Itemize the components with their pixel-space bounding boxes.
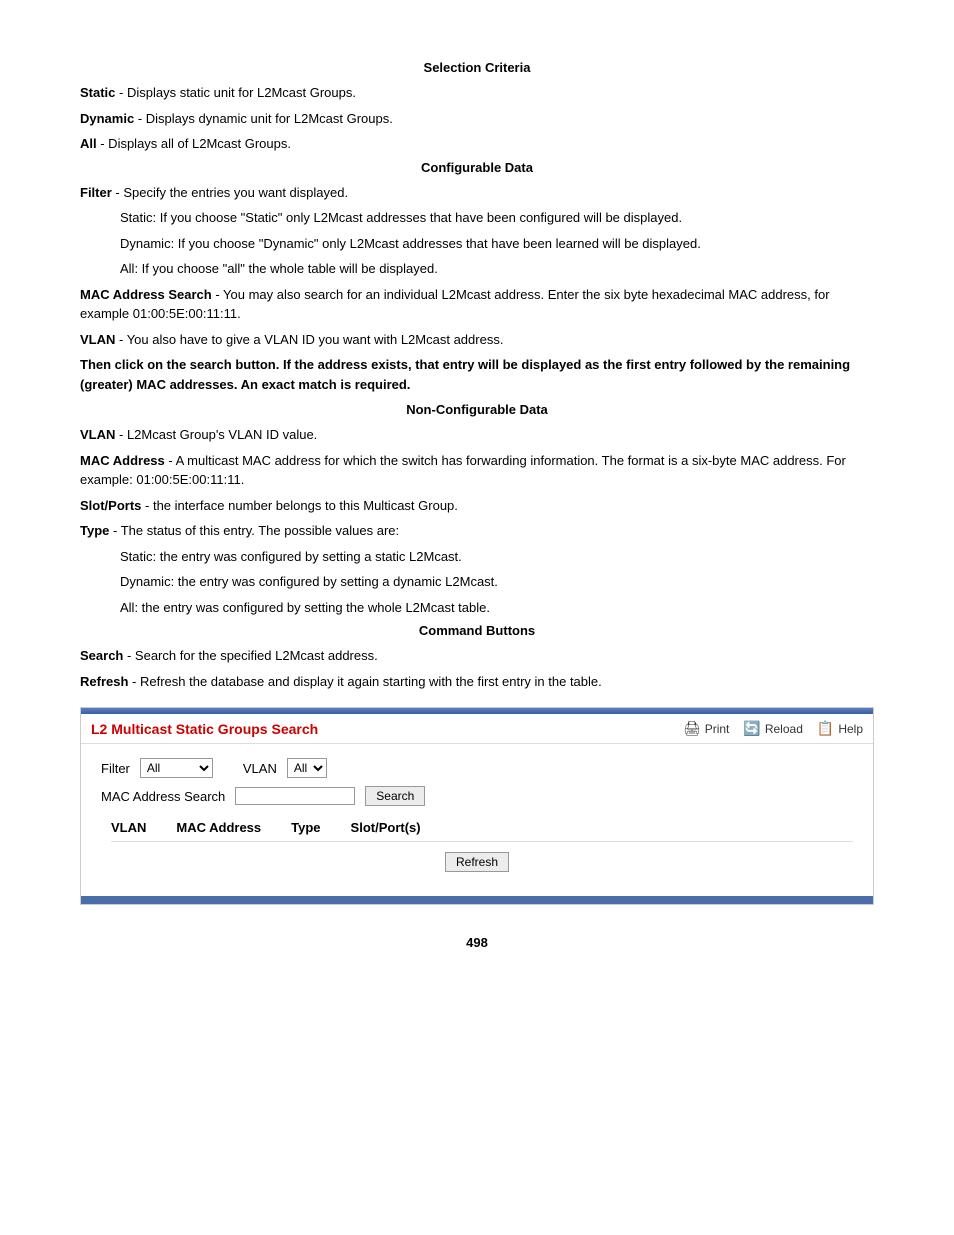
mac-search-row: MAC Address Search Search: [101, 786, 853, 806]
type-all-desc: : the entry was configured by setting th…: [134, 600, 490, 615]
refresh-cmd-desc: - Refresh the database and display it ag…: [128, 674, 601, 689]
search-cmd-para: Search - Search for the specified L2Mcas…: [80, 646, 874, 666]
filter-label: Filter: [80, 185, 112, 200]
help-button[interactable]: 📋 Help: [817, 720, 863, 737]
refresh-cmd-label: Refresh: [80, 674, 128, 689]
type-static-desc: : the entry was configured by setting a …: [153, 549, 462, 564]
static-desc: - Displays static unit for L2Mcast Group…: [115, 85, 356, 100]
dynamic-desc: - Displays dynamic unit for L2Mcast Grou…: [134, 111, 393, 126]
vlan-select[interactable]: All: [287, 758, 327, 778]
non-configurable-heading: Non-Configurable Data: [80, 402, 874, 417]
refresh-button[interactable]: Refresh: [445, 852, 509, 872]
type-all-para: All: the entry was configured by setting…: [120, 598, 874, 618]
type-static-label: Static: [120, 549, 153, 564]
dynamic-label: Dynamic: [80, 111, 134, 126]
col-type: Type: [291, 820, 320, 835]
vlan-nc-para: VLAN - L2Mcast Group's VLAN ID value.: [80, 425, 874, 445]
filter-all-label: All: [120, 261, 134, 276]
slot-ports-label: Slot/Ports: [80, 498, 141, 513]
filter-desc: - Specify the entries you want displayed…: [112, 185, 348, 200]
filter-dynamic-label: Dynamic: [120, 236, 171, 251]
filter-select[interactable]: All Static Dynamic: [140, 758, 213, 778]
page-number: 498: [80, 935, 874, 950]
vlan-desc: - You also have to give a VLAN ID you wa…: [115, 332, 503, 347]
all-label: All: [80, 136, 97, 151]
reload-icon: 🔄: [743, 720, 760, 737]
all-para: All - Displays all of L2Mcast Groups.: [80, 134, 874, 154]
widget-body: Filter All Static Dynamic VLAN All MAC A…: [81, 744, 873, 896]
type-dynamic-para: Dynamic: the entry was configured by set…: [120, 572, 874, 592]
filter-row: Filter All Static Dynamic VLAN All: [101, 758, 853, 778]
refresh-cmd-para: Refresh - Refresh the database and displ…: [80, 672, 874, 692]
filter-all-desc: : If you choose "all" the whole table wi…: [134, 261, 437, 276]
filter-static-para: Static: If you choose "Static" only L2Mc…: [120, 208, 874, 228]
widget-header: L2 Multicast Static Groups Search 🖨 Prin…: [81, 714, 873, 744]
reload-label: Reload: [765, 722, 803, 736]
vlan-para: VLAN - You also have to give a VLAN ID y…: [80, 330, 874, 350]
filter-form-label: Filter: [101, 761, 130, 776]
table-header-row: VLAN MAC Address Type Slot/Port(s): [111, 814, 853, 842]
col-slot: Slot/Port(s): [351, 820, 421, 835]
search-button[interactable]: Search: [365, 786, 425, 806]
mac-search-input[interactable]: [235, 787, 355, 805]
mac-address-search-label: MAC Address Search: [80, 287, 212, 302]
type-dynamic-desc: : the entry was configured by setting a …: [171, 574, 498, 589]
mac-address-search-para: MAC Address Search - You may also search…: [80, 285, 874, 324]
widget-title: L2 Multicast Static Groups Search: [91, 721, 683, 737]
filter-dynamic-para: Dynamic: If you choose "Dynamic" only L2…: [120, 234, 874, 254]
filter-para: Filter - Specify the entries you want di…: [80, 183, 874, 203]
type-label: Type: [80, 523, 109, 538]
type-desc: - The status of this entry. The possible…: [109, 523, 399, 538]
help-label: Help: [838, 722, 863, 736]
filter-dynamic-desc: : If you choose "Dynamic" only L2Mcast a…: [171, 236, 701, 251]
mac-address-nc-desc: - A multicast MAC address for which the …: [80, 453, 846, 488]
filter-static-desc: : If you choose "Static" only L2Mcast ad…: [153, 210, 683, 225]
static-para: Static - Displays static unit for L2Mcas…: [80, 83, 874, 103]
search-cmd-label: Search: [80, 648, 123, 663]
filter-static-label: Static: [120, 210, 153, 225]
mac-address-nc-label: MAC Address: [80, 453, 165, 468]
col-vlan: VLAN: [111, 820, 146, 835]
vlan-label: VLAN: [80, 332, 115, 347]
refresh-row: Refresh: [101, 842, 853, 882]
vlan-nc-desc: - L2Mcast Group's VLAN ID value.: [115, 427, 317, 442]
type-all-label: All: [120, 600, 134, 615]
print-icon: 🖨: [683, 720, 701, 737]
then-click-text: Then click on the search button. If the …: [80, 355, 874, 394]
widget-container: L2 Multicast Static Groups Search 🖨 Prin…: [80, 707, 874, 905]
type-dynamic-label: Dynamic: [120, 574, 171, 589]
filter-all-para: All: If you choose "all" the whole table…: [120, 259, 874, 279]
dynamic-para: Dynamic - Displays dynamic unit for L2Mc…: [80, 109, 874, 129]
reload-button[interactable]: 🔄 Reload: [743, 720, 802, 737]
print-button[interactable]: 🖨 Print: [683, 720, 729, 737]
search-cmd-desc: - Search for the specified L2Mcast addre…: [123, 648, 377, 663]
vlan-form-label: VLAN: [243, 761, 277, 776]
type-static-para: Static: the entry was configured by sett…: [120, 547, 874, 567]
col-mac: MAC Address: [176, 820, 261, 835]
slot-ports-para: Slot/Ports - the interface number belong…: [80, 496, 874, 516]
vlan-nc-label: VLAN: [80, 427, 115, 442]
mac-address-nc-para: MAC Address - A multicast MAC address fo…: [80, 451, 874, 490]
type-para: Type - The status of this entry. The pos…: [80, 521, 874, 541]
widget-actions: 🖨 Print 🔄 Reload 📋 Help: [683, 720, 863, 737]
static-label: Static: [80, 85, 115, 100]
command-buttons-heading: Command Buttons: [80, 623, 874, 638]
slot-ports-desc: - the interface number belongs to this M…: [141, 498, 458, 513]
mac-search-form-label: MAC Address Search: [101, 789, 225, 804]
widget-footer-bar: [81, 896, 873, 904]
all-desc: - Displays all of L2Mcast Groups.: [97, 136, 291, 151]
configurable-data-heading: Configurable Data: [80, 160, 874, 175]
selection-criteria-heading: Selection Criteria: [80, 60, 874, 75]
print-label: Print: [705, 722, 730, 736]
help-icon: 📋: [817, 720, 834, 737]
